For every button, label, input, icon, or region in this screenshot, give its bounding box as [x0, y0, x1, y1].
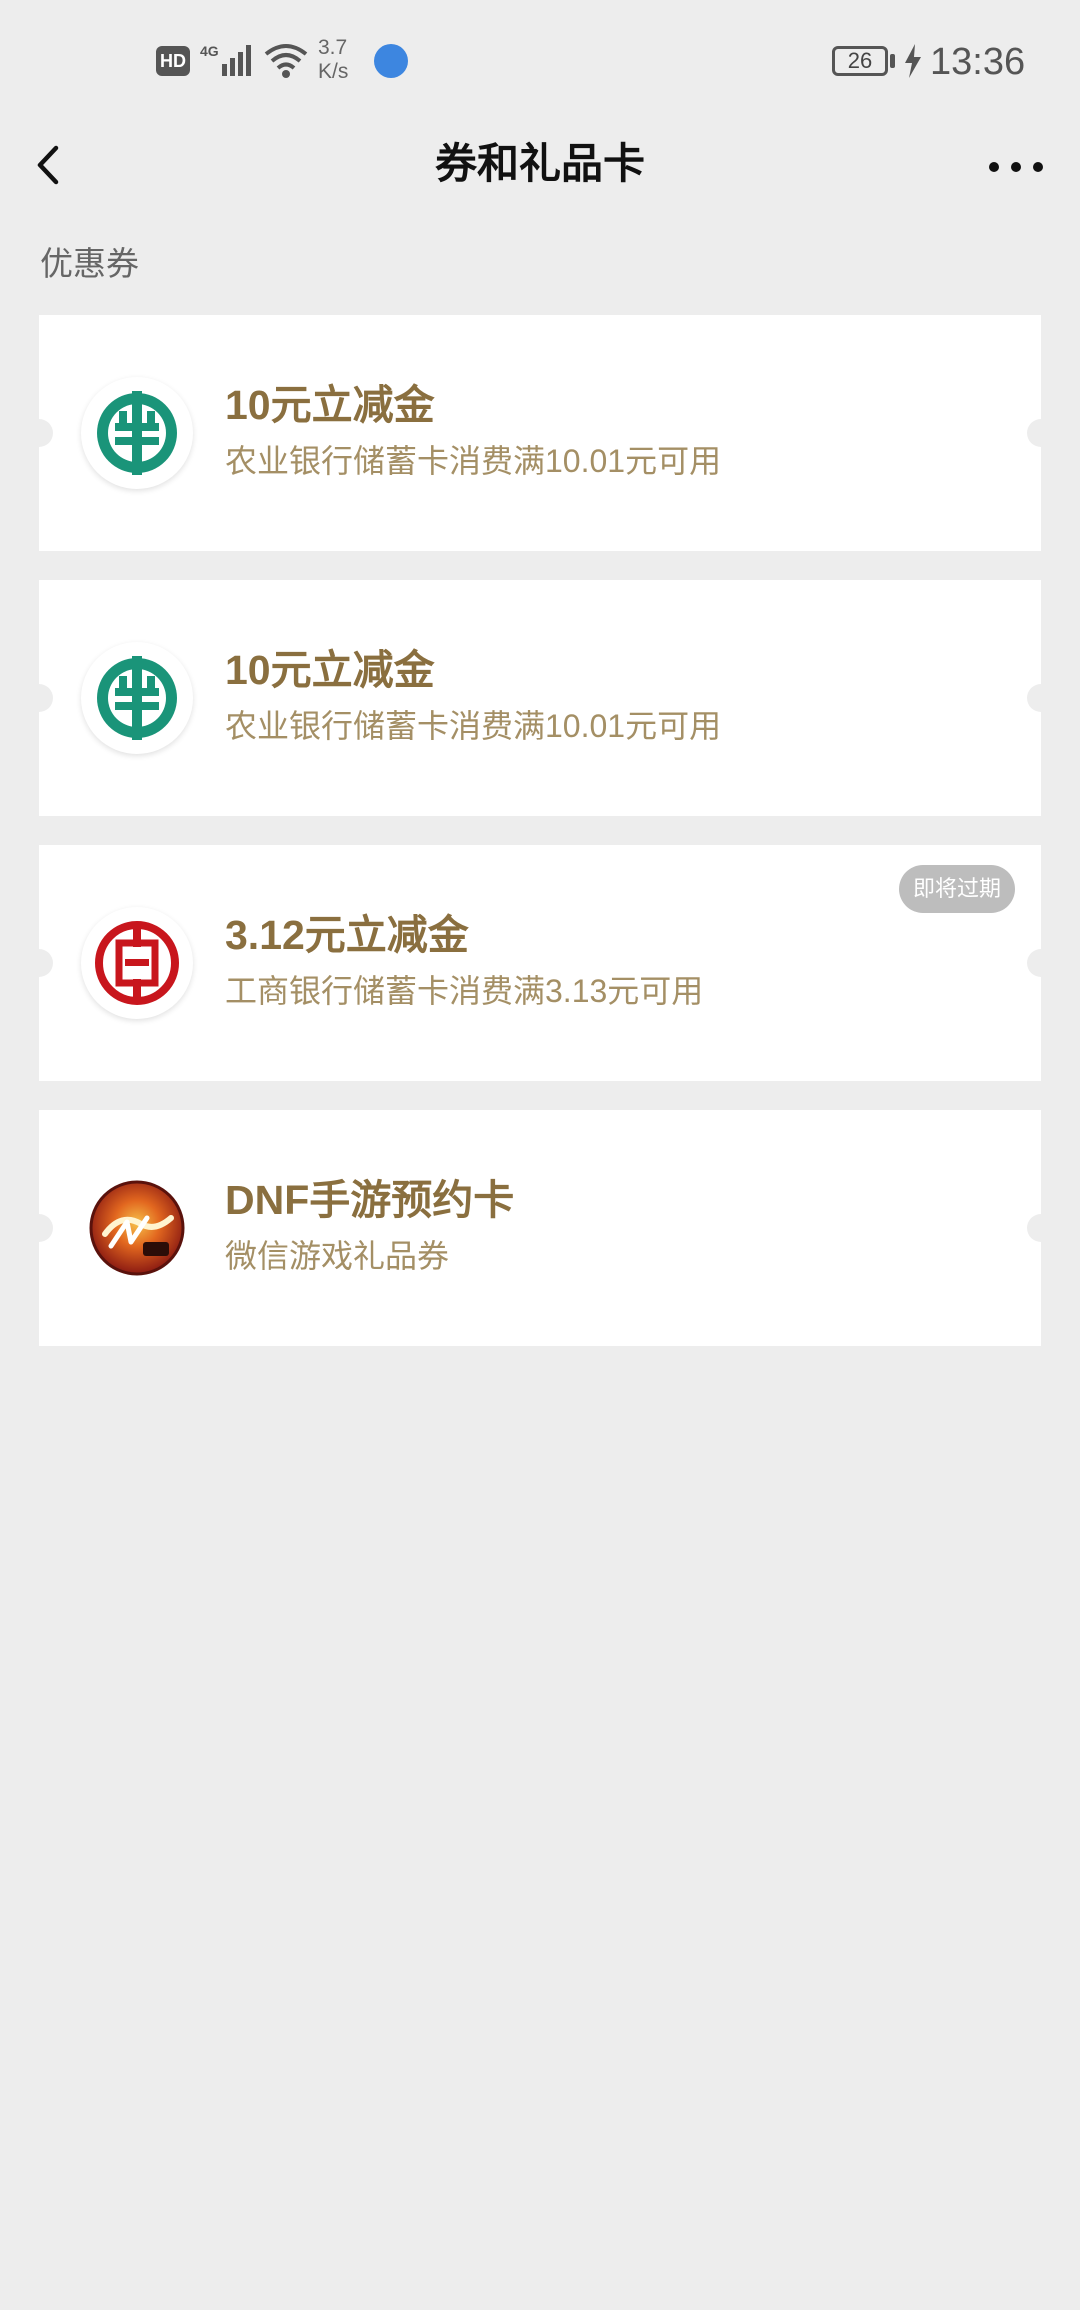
- coupon-card[interactable]: 10元立减金 农业银行储蓄卡消费满10.01元可用: [25, 315, 1055, 551]
- more-dot: [989, 162, 999, 172]
- nav-bar: 券和礼品卡: [0, 120, 1080, 208]
- speed-value: 3.7: [318, 36, 348, 59]
- card-notch: [1027, 949, 1055, 977]
- section-label-coupons: 优惠券: [40, 245, 139, 282]
- card-notch: [1027, 684, 1055, 712]
- battery-cap: [890, 54, 895, 68]
- coupon-title: DNF手游预约卡: [225, 1177, 515, 1223]
- card-notch: [1027, 419, 1055, 447]
- coupon-title: 10元立减金: [225, 382, 435, 428]
- abc-bank-icon: [81, 642, 193, 754]
- card-notch: [25, 949, 53, 977]
- cellular-signal-icon: 4G: [200, 43, 251, 76]
- card-notch: [25, 684, 53, 712]
- clock: 13:36: [930, 41, 1026, 83]
- more-dot: [1033, 162, 1043, 172]
- coupon-card[interactable]: DNF手游预约卡 微信游戏礼品券: [25, 1110, 1055, 1346]
- more-button[interactable]: [976, 132, 1056, 196]
- app-notification-icon: [374, 44, 408, 78]
- coupon-title: 3.12元立减金: [225, 912, 469, 958]
- coupon-card[interactable]: 10元立减金 农业银行储蓄卡消费满10.01元可用: [25, 580, 1055, 816]
- coupon-card[interactable]: 3.12元立减金 工商银行储蓄卡消费满3.13元可用 即将过期: [25, 845, 1055, 1081]
- coupon-subtitle: 工商银行储蓄卡消费满3.13元可用: [225, 973, 704, 1009]
- battery-indicator: 26: [832, 46, 888, 76]
- more-dot: [1011, 162, 1021, 172]
- expiring-badge: 即将过期: [898, 865, 1015, 913]
- card-notch: [25, 419, 53, 447]
- coupon-subtitle: 微信游戏礼品券: [225, 1238, 450, 1274]
- speed-unit: K/s: [318, 60, 349, 83]
- charging-icon: [905, 44, 921, 78]
- page-title: 券和礼品卡: [434, 140, 645, 187]
- card-notch: [25, 1214, 53, 1242]
- dnf-game-icon: [81, 1172, 193, 1284]
- network-speed: 3.7 K/s: [318, 36, 358, 84]
- wifi-icon: [264, 44, 308, 78]
- card-notch: [1027, 1214, 1055, 1242]
- coupon-subtitle: 农业银行储蓄卡消费满10.01元可用: [225, 708, 722, 744]
- abc-bank-icon: [81, 377, 193, 489]
- hd-indicator: HD: [156, 46, 190, 76]
- coupon-subtitle: 农业银行储蓄卡消费满10.01元可用: [225, 443, 722, 479]
- network-type: 4G: [200, 43, 219, 59]
- icbc-bank-icon: [81, 907, 193, 1019]
- coupon-title: 10元立减金: [225, 647, 435, 693]
- status-bar: HD 4G 3.7 K/s 26 13:36: [0, 0, 1080, 120]
